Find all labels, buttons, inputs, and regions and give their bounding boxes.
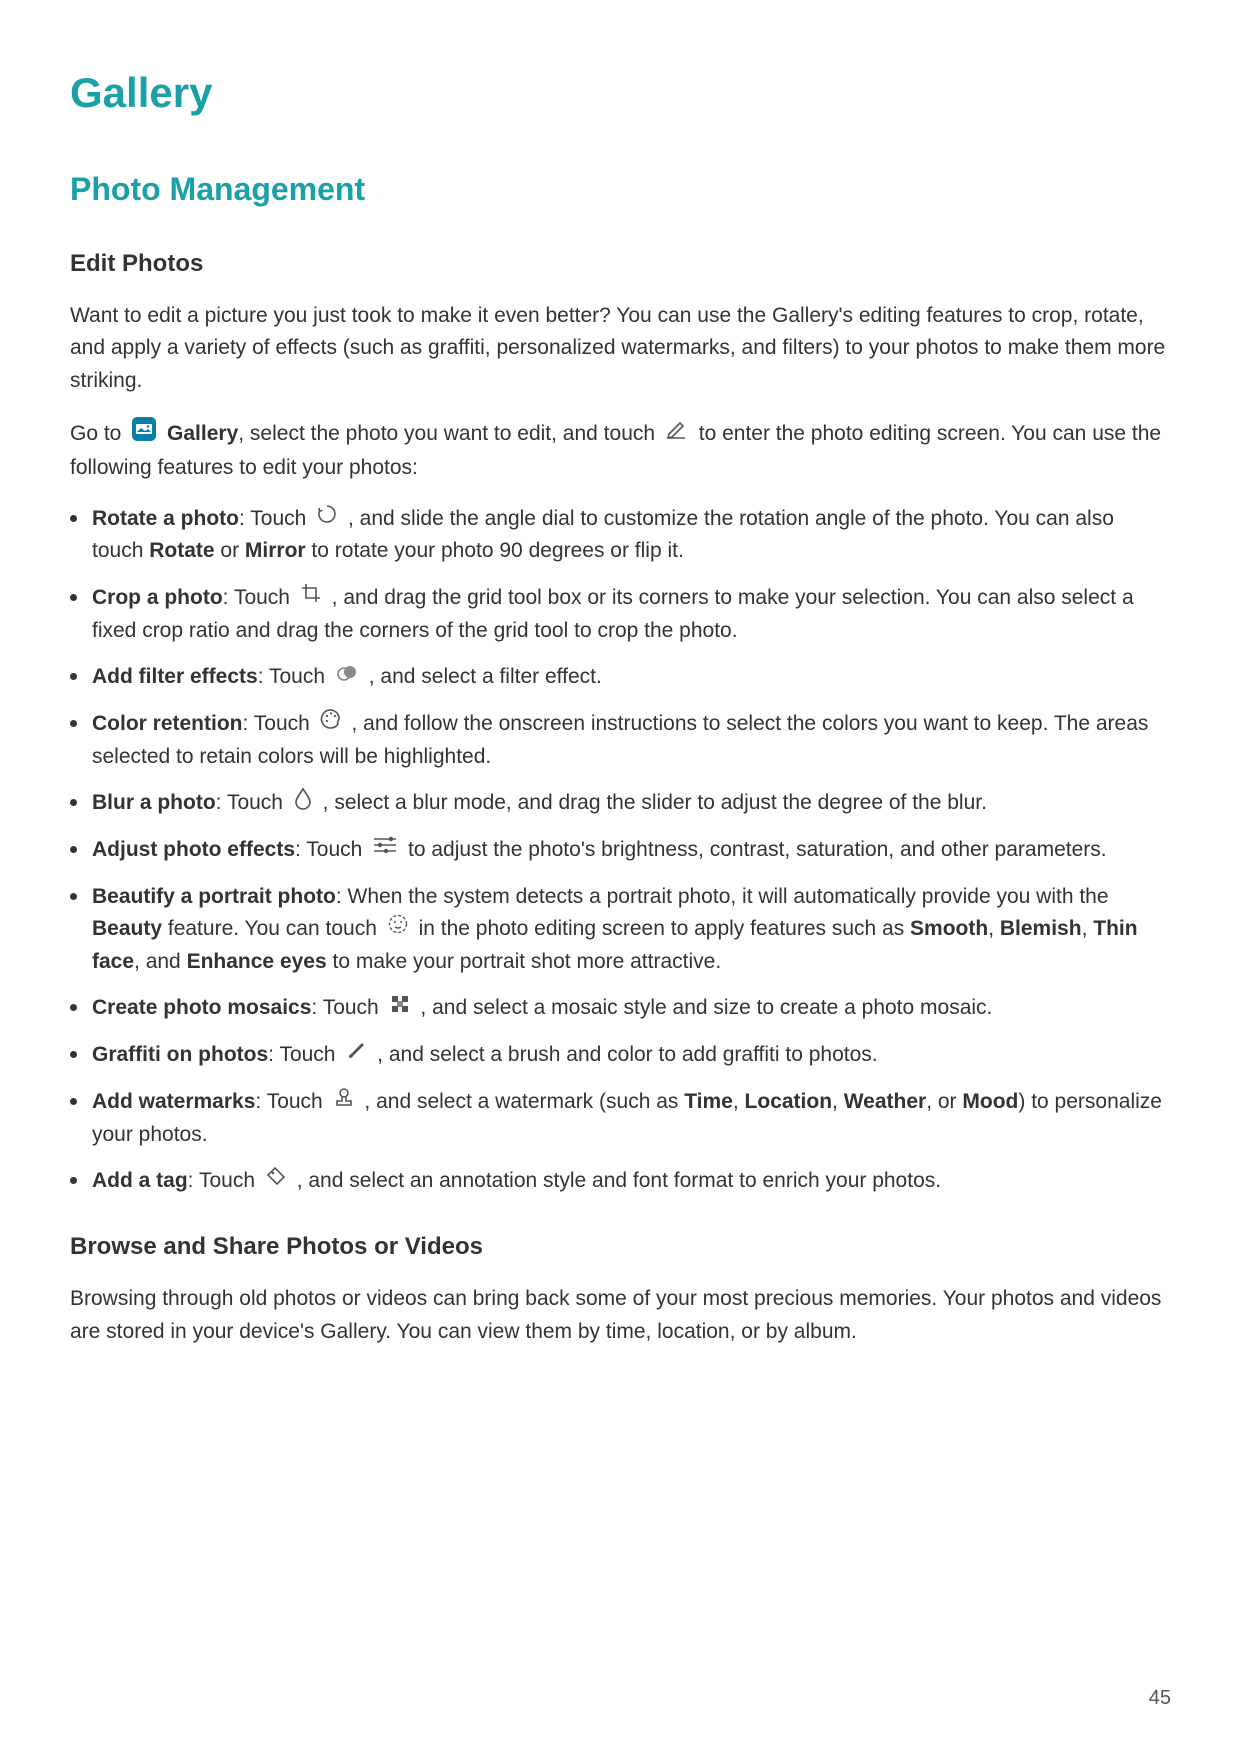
text: : Touch bbox=[243, 712, 316, 735]
list-item-crop: Crop a photo: Touch , and drag the grid … bbox=[70, 582, 1171, 647]
list-item-rotate: Rotate a photo: Touch , and slide the an… bbox=[70, 503, 1171, 568]
text: , and select a mosaic style and size to … bbox=[420, 996, 992, 1019]
text: , bbox=[733, 1090, 745, 1113]
text: : When the system detects a portrait pho… bbox=[336, 885, 1109, 908]
rotate-icon bbox=[316, 503, 338, 536]
filter-icon bbox=[335, 661, 359, 694]
smooth-word: Smooth bbox=[910, 917, 988, 940]
text: feature. You can touch bbox=[162, 917, 383, 940]
enhance-word: Enhance eyes bbox=[187, 950, 327, 973]
beauty-face-icon bbox=[387, 913, 409, 946]
gallery-app-icon bbox=[131, 416, 157, 453]
sliders-icon bbox=[372, 834, 398, 867]
text: to make your portrait shot more attracti… bbox=[327, 950, 722, 973]
time-word: Time bbox=[684, 1090, 733, 1113]
text: to adjust the photo's brightness, contra… bbox=[408, 838, 1107, 861]
text: to rotate your photo 90 degrees or flip … bbox=[306, 539, 684, 562]
item-title: Adjust photo effects bbox=[92, 838, 295, 861]
beauty-word: Beauty bbox=[92, 917, 162, 940]
text: : Touch bbox=[216, 791, 289, 814]
text: : Touch bbox=[255, 1090, 328, 1113]
text: : Touch bbox=[258, 665, 331, 688]
list-item-adjust: Adjust photo effects: Touch to adjust th… bbox=[70, 834, 1171, 867]
rotate-word: Rotate bbox=[149, 539, 214, 562]
text: : Touch bbox=[239, 507, 312, 530]
text: or bbox=[215, 539, 245, 562]
item-title: Add filter effects bbox=[92, 665, 258, 688]
text: , bbox=[832, 1090, 844, 1113]
edit-photos-heading: Edit Photos bbox=[70, 245, 1171, 282]
text: : Touch bbox=[311, 996, 384, 1019]
item-title: Crop a photo bbox=[92, 586, 223, 609]
item-title: Rotate a photo bbox=[92, 507, 239, 530]
list-item-blur: Blur a photo: Touch , select a blur mode… bbox=[70, 787, 1171, 820]
text: , bbox=[988, 917, 1000, 940]
list-item-graffiti: Graffiti on photos: Touch , and select a… bbox=[70, 1039, 1171, 1072]
list-item-tag: Add a tag: Touch , and select an annotat… bbox=[70, 1165, 1171, 1198]
item-title: Color retention bbox=[92, 712, 243, 735]
weather-word: Weather bbox=[844, 1090, 926, 1113]
text: , and select a filter effect. bbox=[369, 665, 602, 688]
page-number: 45 bbox=[1149, 1683, 1171, 1714]
item-title: Create photo mosaics bbox=[92, 996, 311, 1019]
mirror-word: Mirror bbox=[245, 539, 306, 562]
blur-droplet-icon bbox=[293, 787, 313, 820]
app-name: Gallery bbox=[167, 421, 238, 444]
list-item-mosaic: Create photo mosaics: Touch , and select… bbox=[70, 992, 1171, 1025]
blemish-word: Blemish bbox=[1000, 917, 1082, 940]
item-title: Blur a photo bbox=[92, 791, 216, 814]
browse-heading: Browse and Share Photos or Videos bbox=[70, 1228, 1171, 1265]
tag-icon bbox=[265, 1165, 287, 1198]
text: , bbox=[1082, 917, 1094, 940]
mosaic-icon bbox=[389, 993, 411, 1026]
text: , or bbox=[926, 1090, 962, 1113]
list-item-filter: Add filter effects: Touch , and select a… bbox=[70, 661, 1171, 694]
section-title: Photo Management bbox=[70, 165, 1171, 215]
location-word: Location bbox=[745, 1090, 833, 1113]
browse-para: Browsing through old photos or videos ca… bbox=[70, 1283, 1171, 1348]
edit-feature-list: Rotate a photo: Touch , and slide the an… bbox=[70, 503, 1171, 1198]
list-item-color-retention: Color retention: Touch , and follow the … bbox=[70, 708, 1171, 773]
list-item-watermark: Add watermarks: Touch , and select a wat… bbox=[70, 1086, 1171, 1151]
text: , and select a brush and color to add gr… bbox=[377, 1043, 877, 1066]
list-item-beautify: Beautify a portrait photo: When the syst… bbox=[70, 881, 1171, 979]
item-title: Graffiti on photos bbox=[92, 1043, 268, 1066]
crop-icon bbox=[300, 582, 322, 615]
brush-icon bbox=[345, 1039, 367, 1072]
text: in the photo editing screen to apply fea… bbox=[419, 917, 910, 940]
text: Go to bbox=[70, 421, 127, 444]
text: : Touch bbox=[223, 586, 296, 609]
edit-photos-intro2: Go to Gallery, select the photo you want… bbox=[70, 416, 1171, 485]
text: , and bbox=[134, 950, 187, 973]
text: , and select an annotation style and fon… bbox=[297, 1169, 941, 1192]
page-title: Gallery bbox=[70, 60, 1171, 125]
edit-photos-intro: Want to edit a picture you just took to … bbox=[70, 300, 1171, 398]
watermark-stamp-icon bbox=[333, 1086, 355, 1119]
text: : Touch bbox=[188, 1169, 261, 1192]
text: , and select a watermark (such as bbox=[364, 1090, 684, 1113]
mood-word: Mood bbox=[962, 1090, 1018, 1113]
item-title: Beautify a portrait photo bbox=[92, 885, 336, 908]
text: , select the photo you want to edit, and… bbox=[238, 421, 661, 444]
palette-icon bbox=[320, 708, 342, 741]
text: : Touch bbox=[268, 1043, 341, 1066]
text: , select a blur mode, and drag the slide… bbox=[323, 791, 987, 814]
edit-pencil-icon bbox=[665, 417, 689, 452]
text: : Touch bbox=[295, 838, 368, 861]
item-title: Add a tag bbox=[92, 1169, 188, 1192]
item-title: Add watermarks bbox=[92, 1090, 255, 1113]
